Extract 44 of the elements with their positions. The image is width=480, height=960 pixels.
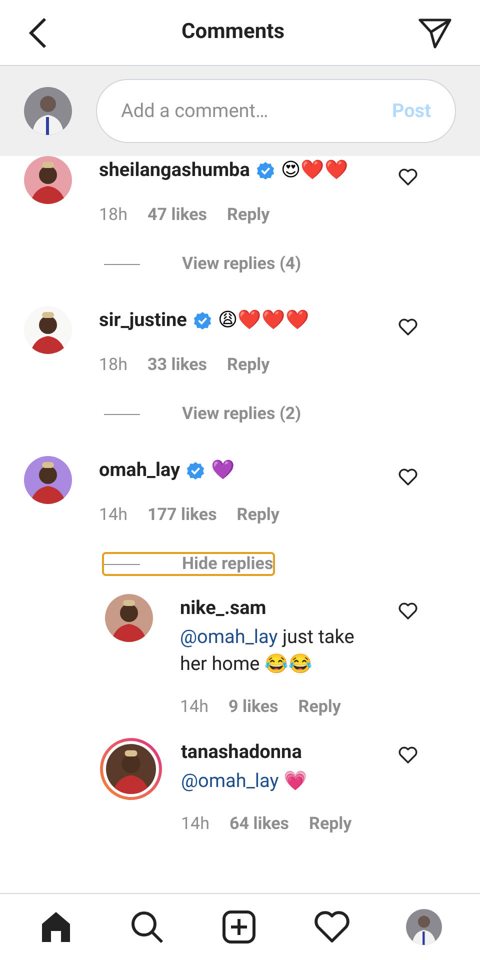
verified-badge-icon bbox=[186, 460, 206, 480]
like-icon[interactable] bbox=[398, 602, 418, 620]
verified-badge-icon bbox=[192, 310, 212, 330]
reply-link[interactable]: Reply bbox=[309, 812, 352, 837]
comment-text: 😩❤❤❤ bbox=[218, 308, 310, 333]
mention-link[interactable]: @omah_lay bbox=[181, 768, 279, 792]
likes-count[interactable]: 9 likes bbox=[228, 694, 278, 720]
username[interactable]: nike_.sam bbox=[180, 594, 418, 622]
comment-time: 14h bbox=[181, 812, 210, 836]
comment-text: @omah_lay just take her home 😂😂 bbox=[180, 624, 356, 676]
search-icon[interactable] bbox=[129, 909, 166, 945]
reply-link[interactable]: Reply bbox=[227, 202, 270, 228]
username[interactable]: omah_lay bbox=[99, 456, 180, 484]
reply-link[interactable]: Reply bbox=[227, 352, 270, 378]
like-icon[interactable] bbox=[398, 168, 418, 186]
likes-count[interactable]: 177 likes bbox=[147, 502, 217, 528]
reply-link[interactable]: Reply bbox=[298, 694, 341, 720]
verified-badge-icon bbox=[256, 160, 275, 180]
comment-text: @omah_lay 💗 bbox=[181, 768, 308, 794]
like-icon[interactable] bbox=[398, 468, 418, 486]
replies-toggle[interactable]: View replies (4) bbox=[104, 254, 302, 274]
page-title: Comments bbox=[182, 18, 284, 46]
mention-link[interactable]: @omah_lay bbox=[180, 624, 278, 648]
send-icon[interactable] bbox=[418, 16, 452, 48]
replies-toggle[interactable]: View replies (2) bbox=[104, 404, 302, 424]
comment-text: 😍❤❤ bbox=[280, 158, 349, 183]
like-icon[interactable] bbox=[398, 746, 418, 764]
back-icon[interactable] bbox=[28, 16, 48, 48]
username[interactable]: sheilangashumba bbox=[99, 156, 250, 184]
comment-time: 14h bbox=[99, 504, 128, 526]
like-icon[interactable] bbox=[398, 318, 418, 336]
comment-time: 18h bbox=[99, 204, 128, 226]
likes-count[interactable]: 47 likes bbox=[147, 202, 208, 228]
add-post-icon[interactable] bbox=[220, 909, 257, 945]
heart-icon[interactable] bbox=[312, 910, 351, 944]
comment-text: 💜 bbox=[211, 458, 236, 483]
comment-time: 14h bbox=[180, 696, 208, 718]
replies-toggle[interactable]: Hide replies bbox=[104, 554, 274, 574]
username[interactable]: tanashadonna bbox=[181, 738, 418, 766]
likes-count[interactable]: 33 likes bbox=[147, 352, 208, 378]
comment-time: 18h bbox=[99, 354, 128, 376]
likes-count[interactable]: 64 likes bbox=[229, 812, 290, 837]
reply-link[interactable]: Reply bbox=[236, 502, 280, 528]
username[interactable]: sir_justine bbox=[99, 306, 187, 334]
